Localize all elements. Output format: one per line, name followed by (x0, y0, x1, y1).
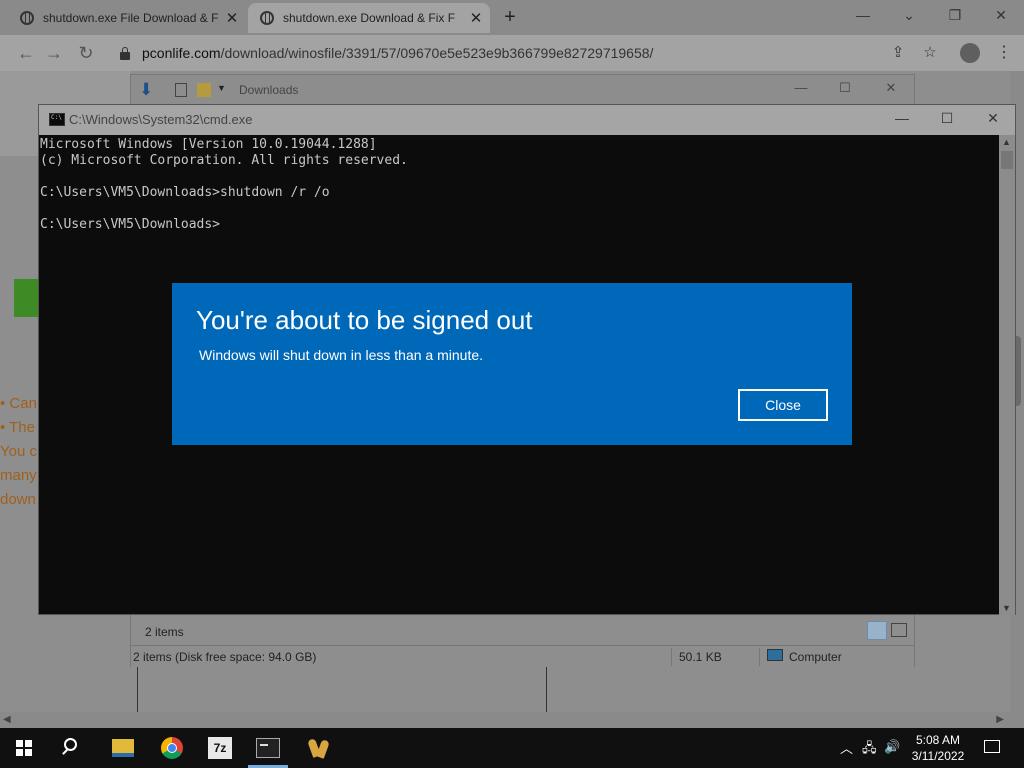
view-switcher (867, 621, 911, 641)
cmd-icon (49, 113, 65, 126)
keys-app-icon[interactable] (307, 737, 330, 759)
large-icons-view-icon[interactable] (891, 623, 907, 637)
console-output[interactable]: Microsoft Windows [Version 10.0.19044.12… (40, 137, 408, 233)
page-text-line: many (0, 467, 37, 484)
clock-date: 3/11/2022 (911, 749, 965, 763)
lock-icon[interactable] (120, 47, 130, 60)
reload-button[interactable]: ↻ (74, 41, 98, 65)
tab-title: shutdown.exe Download & Fix F (283, 11, 456, 25)
scroll-up-icon[interactable]: ▲ (1002, 137, 1011, 147)
windows-start-icon[interactable] (16, 740, 32, 756)
close-button[interactable]: Close (738, 389, 828, 421)
forward-button[interactable]: → (42, 41, 66, 65)
tab-title: shutdown.exe File Download & F (43, 11, 219, 25)
address-bar[interactable]: pconlife.com/download/winosfile/3391/57/… (110, 39, 880, 67)
browser-tabstrip: shutdown.exe File Download & F ✕ shutdow… (0, 0, 1024, 35)
dialog-heading: You're about to be signed out (196, 305, 533, 335)
sign-out-dialog: You're about to be signed out Windows wi… (172, 283, 852, 445)
status-size: 50.1 KB (679, 650, 722, 664)
volume-icon[interactable]: 🔊 (884, 739, 900, 755)
status-divider (759, 648, 760, 666)
command-prompt-icon[interactable] (256, 738, 280, 758)
globe-icon (260, 11, 274, 25)
page-text-line: down (0, 491, 36, 508)
tray-chevron-icon[interactable]: ︿ (840, 738, 853, 757)
browser-menu-icon[interactable]: ⋮ (994, 41, 1014, 65)
search-icon[interactable] (64, 738, 77, 751)
status-location: Computer (789, 650, 842, 664)
explorer-maximize-button[interactable]: ☐ (833, 80, 857, 96)
cmd-minimize-button[interactable]: — (887, 110, 917, 126)
page-text-line: You c (0, 443, 37, 460)
taskbar: 7z ︿ 🖧 🔊 5:08 AM 3/11/2022 (0, 728, 1024, 768)
tab-close-icon[interactable]: ✕ (466, 9, 486, 27)
tab-close-icon[interactable]: ✕ (222, 9, 242, 27)
back-button[interactable]: ← (14, 41, 38, 65)
notification-center-icon[interactable] (984, 740, 1000, 753)
new-tab-button[interactable]: + (498, 5, 522, 29)
explorer-footer: 2 items 2 items (Disk free space: 94.0 G… (131, 615, 914, 667)
details-view-icon[interactable] (867, 621, 887, 640)
clock-time: 5:08 AM (915, 733, 961, 747)
scroll-thumb[interactable] (1001, 151, 1013, 169)
browser-tab-1[interactable]: shutdown.exe File Download & F ✕ (8, 3, 246, 33)
scroll-down-icon[interactable]: ▼ (1002, 603, 1011, 613)
download-arrow-icon: ⬇ (139, 80, 154, 99)
computer-icon (767, 649, 783, 661)
quick-access-dropdown-icon[interactable]: ▼ (217, 83, 226, 93)
7zip-icon[interactable]: 7z (208, 737, 232, 759)
browser-chevron-icon[interactable]: ⌄ (886, 3, 932, 27)
network-icon[interactable]: 🖧 (862, 739, 877, 761)
browser-close-button[interactable]: ✕ (978, 3, 1024, 27)
system-clock[interactable]: 5:08 AM 3/11/2022 (904, 732, 972, 764)
share-icon[interactable]: ⇪ (888, 43, 908, 63)
explorer-close-button[interactable]: ✕ (879, 80, 903, 96)
globe-icon (20, 11, 34, 25)
dialog-message: Windows will shut down in less than a mi… (199, 347, 484, 363)
bookmark-star-icon[interactable]: ☆ (920, 43, 940, 63)
item-count: 2 items (145, 625, 184, 639)
profile-avatar[interactable] (960, 43, 980, 63)
cmd-scrollbar[interactable]: ▲ ▼ (999, 135, 1015, 615)
browser-restore-button[interactable]: ❐ (932, 3, 978, 27)
properties-icon[interactable] (175, 83, 187, 97)
cmd-titlebar: C:\Windows\System32\cmd.exe — ☐ ✕ (39, 105, 1015, 135)
scroll-left-icon[interactable]: ◀ (3, 714, 11, 725)
page-panel-outline (137, 667, 547, 712)
chrome-icon[interactable] (161, 737, 183, 759)
cmd-title: C:\Windows\System32\cmd.exe (69, 112, 253, 127)
cmd-maximize-button[interactable]: ☐ (932, 110, 962, 127)
url-text[interactable]: pconlife.com/download/winosfile/3391/57/… (142, 45, 653, 61)
explorer-status-bar: 2 items (Disk free space: 94.0 GB) 50.1 … (131, 645, 914, 668)
status-divider (671, 648, 672, 666)
folder-icon[interactable] (197, 83, 211, 97)
browser-minimize-button[interactable]: — (840, 3, 886, 27)
explorer-title: Downloads (239, 83, 299, 97)
cmd-close-button[interactable]: ✕ (978, 110, 1008, 127)
browser-tab-2[interactable]: shutdown.exe Download & Fix F ✕ (248, 3, 490, 33)
browser-toolbar: ← → ↻ pconlife.com/download/winosfile/33… (0, 35, 1024, 71)
explorer-minimize-button[interactable]: — (789, 80, 813, 95)
page-text-line: • The (0, 419, 35, 436)
file-explorer-icon[interactable] (112, 739, 134, 757)
page-horizontal-scrollbar[interactable]: ◀ ▶ (0, 712, 1010, 728)
explorer-titlebar: ⬇ ▼ Downloads — ☐ ✕ (131, 75, 914, 105)
page-text-line: • Can (0, 395, 37, 412)
status-disk-space: 2 items (Disk free space: 94.0 GB) (133, 650, 317, 664)
scroll-right-icon[interactable]: ▶ (996, 714, 1004, 725)
